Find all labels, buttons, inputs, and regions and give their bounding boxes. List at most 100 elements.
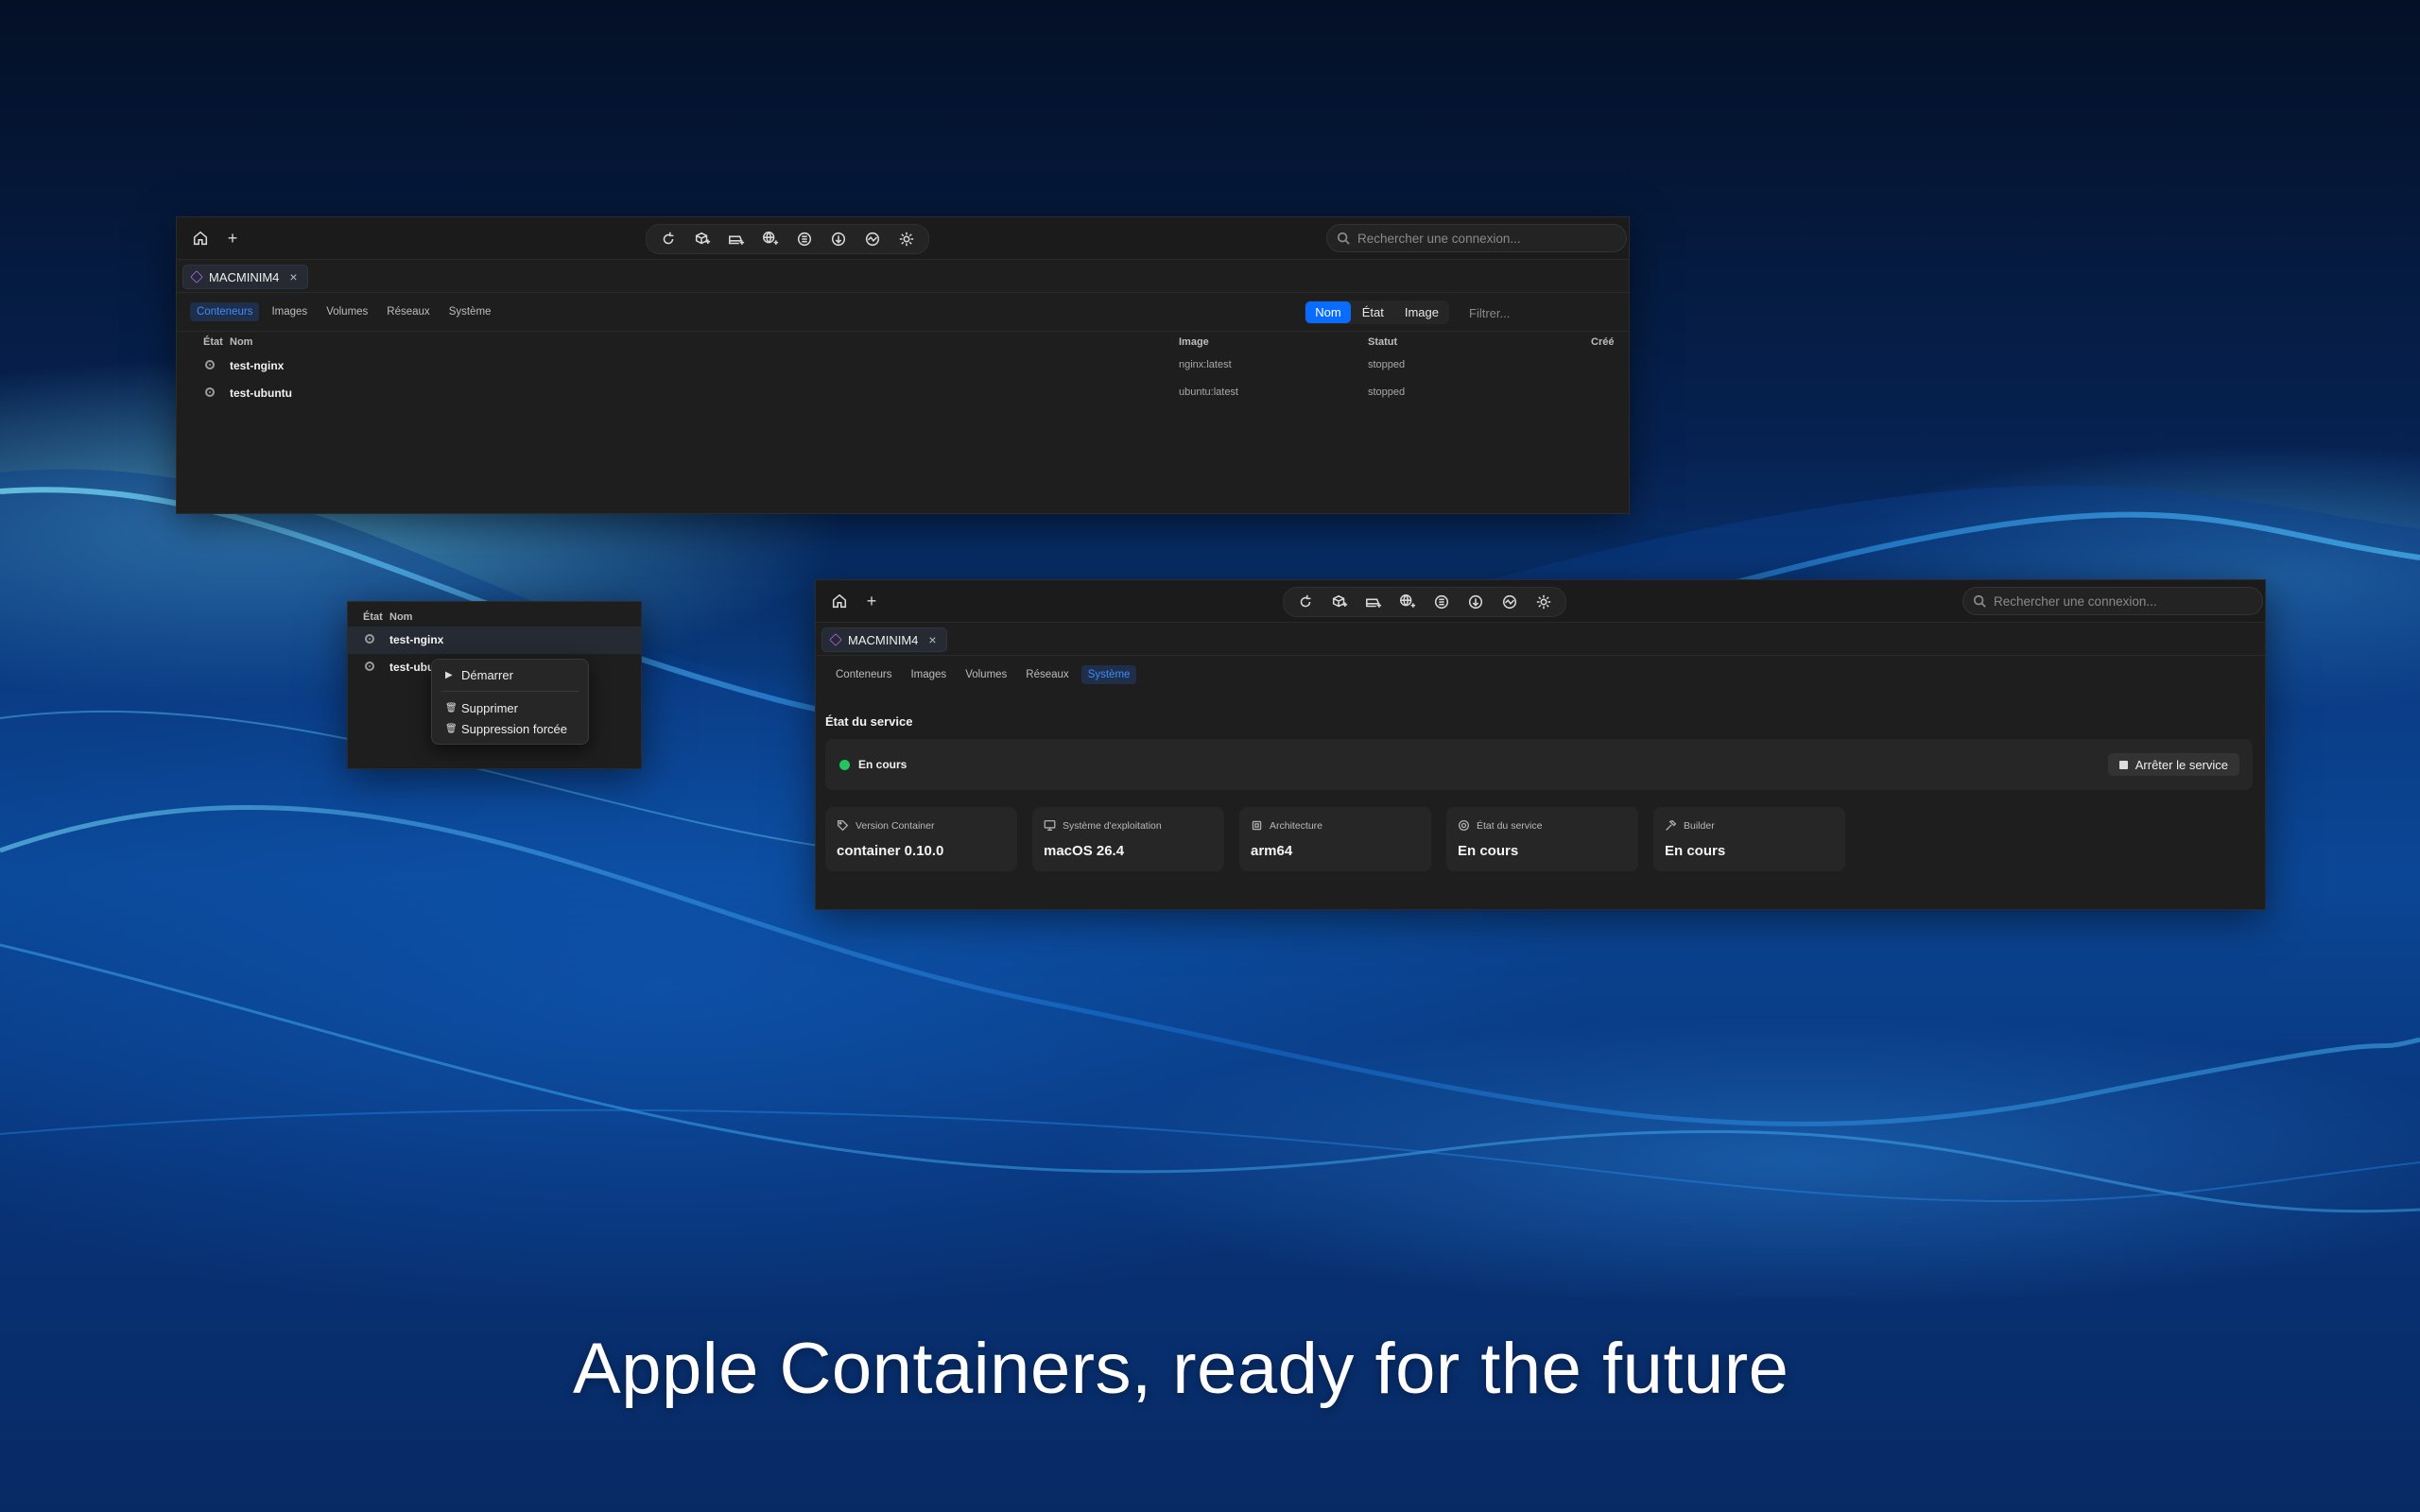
state-indicator [205,387,215,397]
close-icon[interactable]: × [928,632,936,647]
menu-divider [441,691,579,692]
tag-icon [837,819,849,832]
search-placeholder: Rechercher une connexion... [1994,593,2157,609]
container-image: nginx:latest [1179,359,1232,370]
network-plus-icon [763,232,779,245]
column-name[interactable]: Nom [389,611,412,623]
column-image[interactable]: Image [1179,336,1209,348]
plus-icon: + [866,591,877,610]
table-row[interactable]: test-ubuntu ubuntu:latest stopped [177,380,1629,407]
section-tabs: Conteneurs Images Volumes Réseaux Systèm… [816,656,2265,694]
activity-button[interactable] [858,226,887,252]
new-container-button[interactable] [688,226,717,252]
sort-by-state[interactable]: État [1353,301,1393,323]
context-menu-window: État Nom test-nginx test-ubu ▶ Démarrer 🗑… [347,601,642,769]
column-state[interactable]: État [203,336,223,348]
connection-tab[interactable]: MACMINIM4 × [182,265,308,289]
tab-images[interactable]: Images [265,302,314,321]
connection-tab-label: MACMINIM4 [848,632,919,647]
add-connection-button[interactable]: + [220,226,245,250]
card-label: Système d'exploitation [1063,819,1162,832]
close-icon[interactable]: × [289,269,297,284]
column-created[interactable]: Créé [1591,336,1614,348]
refresh-icon [1300,594,1311,608]
trash-icon: 🗑 [445,723,458,734]
column-name[interactable]: Nom [230,336,252,348]
menu-label: Supprimer [461,700,518,715]
container-name: test-nginx [389,633,444,646]
table-row[interactable]: test-nginx [348,627,641,654]
filter-placeholder: Filtrer... [1469,305,1511,320]
card-label: Architecture [1270,819,1323,832]
new-network-button[interactable] [756,226,785,252]
refresh-button[interactable] [1291,589,1320,615]
stop-service-button[interactable]: Arrêter le service [2107,753,2239,776]
settings-button[interactable] [892,226,921,252]
containers-window: + Rechercher une connexion... MACMINIM4 … [176,216,1630,514]
new-container-button[interactable] [1325,589,1354,615]
tab-images[interactable]: Images [904,665,953,684]
menu-label: Démarrer [461,667,513,682]
toolbar: + Rechercher une connexion... [177,217,1629,260]
stop-service-label: Arrêter le service [2135,757,2228,772]
menu-item-delete[interactable]: 🗑 Supprimer [432,697,588,718]
home-button[interactable] [188,226,213,250]
tab-system[interactable]: Système [442,302,498,321]
tab-networks[interactable]: Réseaux [380,302,436,321]
activity-icon [865,232,880,247]
new-volume-button[interactable] [1359,589,1388,615]
container-name: test-nginx [230,359,285,372]
cube-icon [829,633,842,646]
filter-input[interactable]: Filtrer... [1461,301,1617,324]
column-state[interactable]: État [363,611,383,623]
sort-by-image[interactable]: Image [1395,301,1448,323]
pull-button[interactable] [824,226,853,252]
settings-button[interactable] [1530,589,1558,615]
connection-search[interactable]: Rechercher une connexion... [1962,587,2263,615]
home-button[interactable] [827,589,852,613]
images-button[interactable] [1427,589,1456,615]
connection-tab-label: MACMINIM4 [209,269,280,284]
images-button[interactable] [790,226,819,252]
search-icon [1973,594,1986,608]
info-card-os: Système d'exploitation macOS 26.4 [1032,807,1224,871]
container-status: stopped [1368,359,1406,370]
tab-volumes[interactable]: Volumes [320,302,374,321]
menu-item-force-delete[interactable]: 🗑 Suppression forcée [432,718,588,739]
menu-item-start[interactable]: ▶ Démarrer [432,664,588,685]
section-tabs: Conteneurs Images Volumes Réseaux Systèm… [177,293,1629,332]
tab-containers[interactable]: Conteneurs [190,302,260,321]
tab-system[interactable]: Système [1080,665,1137,684]
tab-networks[interactable]: Réseaux [1019,665,1075,684]
sort-segmented-control: Nom État Image [1305,301,1449,324]
card-label: Builder [1684,819,1715,832]
tab-volumes[interactable]: Volumes [959,665,1013,684]
drive-plus-icon [729,235,745,245]
table-header: État Nom Image Statut Créé [177,332,1629,352]
add-connection-button[interactable]: + [859,589,884,613]
database-icon [797,232,812,247]
card-value: macOS 26.4 [1044,843,1125,859]
connection-tab[interactable]: MACMINIM4 × [821,627,947,652]
card-value: En cours [1665,843,1726,859]
sort-by-name[interactable]: Nom [1305,301,1351,323]
search-icon [1337,232,1350,245]
card-label: Version Container [856,819,935,832]
table-row[interactable]: test-nginx nginx:latest stopped [177,352,1629,380]
drive-plus-icon [1366,598,1382,608]
tab-containers[interactable]: Conteneurs [829,665,898,684]
refresh-button[interactable] [654,226,683,252]
trash-icon: 🗑 [445,702,458,713]
column-status[interactable]: Statut [1368,336,1397,348]
toolbar-actions [1283,587,1566,617]
status-dot [839,760,850,770]
new-network-button[interactable] [1393,589,1422,615]
new-volume-button[interactable] [722,226,751,252]
activity-button[interactable] [1495,589,1524,615]
hammer-icon [1666,819,1677,831]
home-icon [193,231,208,246]
monitor-icon [1044,819,1056,832]
pull-button[interactable] [1461,589,1490,615]
plus-icon: + [227,228,238,248]
connection-search[interactable]: Rechercher une connexion... [1326,224,1627,252]
